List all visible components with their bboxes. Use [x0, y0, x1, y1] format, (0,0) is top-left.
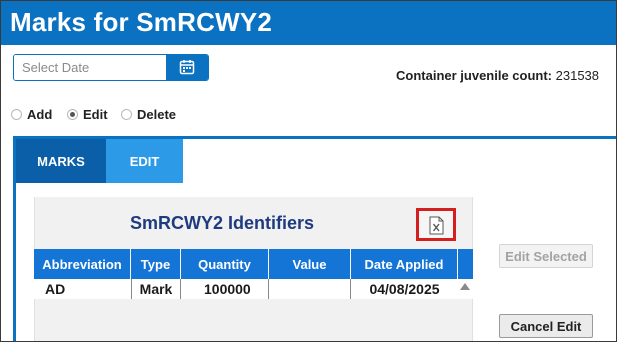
- radio-edit-indicator[interactable]: [67, 109, 78, 120]
- cell-abbreviation: AD: [45, 281, 66, 297]
- container-count-label: Container juvenile count:: [396, 68, 553, 83]
- cell-type: Mark: [131, 279, 181, 299]
- date-picker: [13, 54, 209, 81]
- tab-marks[interactable]: MARKS: [16, 139, 106, 183]
- cell-quantity: 100000: [181, 279, 269, 299]
- radio-add-indicator[interactable]: [11, 109, 22, 120]
- scroll-up-arrow-icon[interactable]: [460, 283, 470, 290]
- radio-edit[interactable]: Edit: [67, 107, 108, 122]
- radio-delete[interactable]: Delete: [121, 107, 176, 122]
- table-row[interactable]: AD Mark 100000 04/08/2025: [34, 279, 473, 299]
- radio-delete-label: Delete: [137, 107, 177, 122]
- container-count-value: 231538: [555, 68, 600, 83]
- column-header-value[interactable]: Value: [269, 249, 351, 279]
- cell-value: [269, 279, 351, 299]
- cancel-edit-button[interactable]: Cancel Edit: [499, 314, 593, 338]
- column-header-type[interactable]: Type: [131, 249, 181, 279]
- column-header-abbreviation[interactable]: Abbreviation: [34, 249, 131, 279]
- tab-edit[interactable]: EDIT: [106, 139, 183, 183]
- window-frame: Marks for SmRCWY2 Container juvenile cou…: [0, 0, 617, 342]
- column-header-quantity[interactable]: Quantity: [181, 249, 269, 279]
- column-header-date-applied[interactable]: Date Applied: [351, 249, 458, 279]
- edit-selected-button[interactable]: Edit Selected: [499, 244, 593, 268]
- page-title: Marks for SmRCWY2: [10, 7, 273, 37]
- date-input[interactable]: [14, 55, 166, 80]
- calendar-icon: [179, 60, 195, 75]
- radio-edit-label: Edit: [83, 107, 108, 122]
- table-header: Abbreviation Type Quantity Value Date Ap…: [34, 249, 473, 279]
- grid-title: SmRCWY2 Identifiers: [129, 213, 315, 233]
- calendar-button[interactable]: [166, 55, 208, 80]
- radio-delete-indicator[interactable]: [121, 109, 132, 120]
- export-excel-button[interactable]: [416, 208, 456, 241]
- container-count: Container juvenile count: 231538: [396, 68, 599, 83]
- page-header: Marks for SmRCWY2: [1, 1, 616, 45]
- radio-add[interactable]: Add: [11, 107, 52, 122]
- excel-export-icon: [429, 216, 444, 235]
- cell-date-applied: 04/08/2025: [369, 281, 440, 297]
- radio-add-label: Add: [27, 107, 53, 122]
